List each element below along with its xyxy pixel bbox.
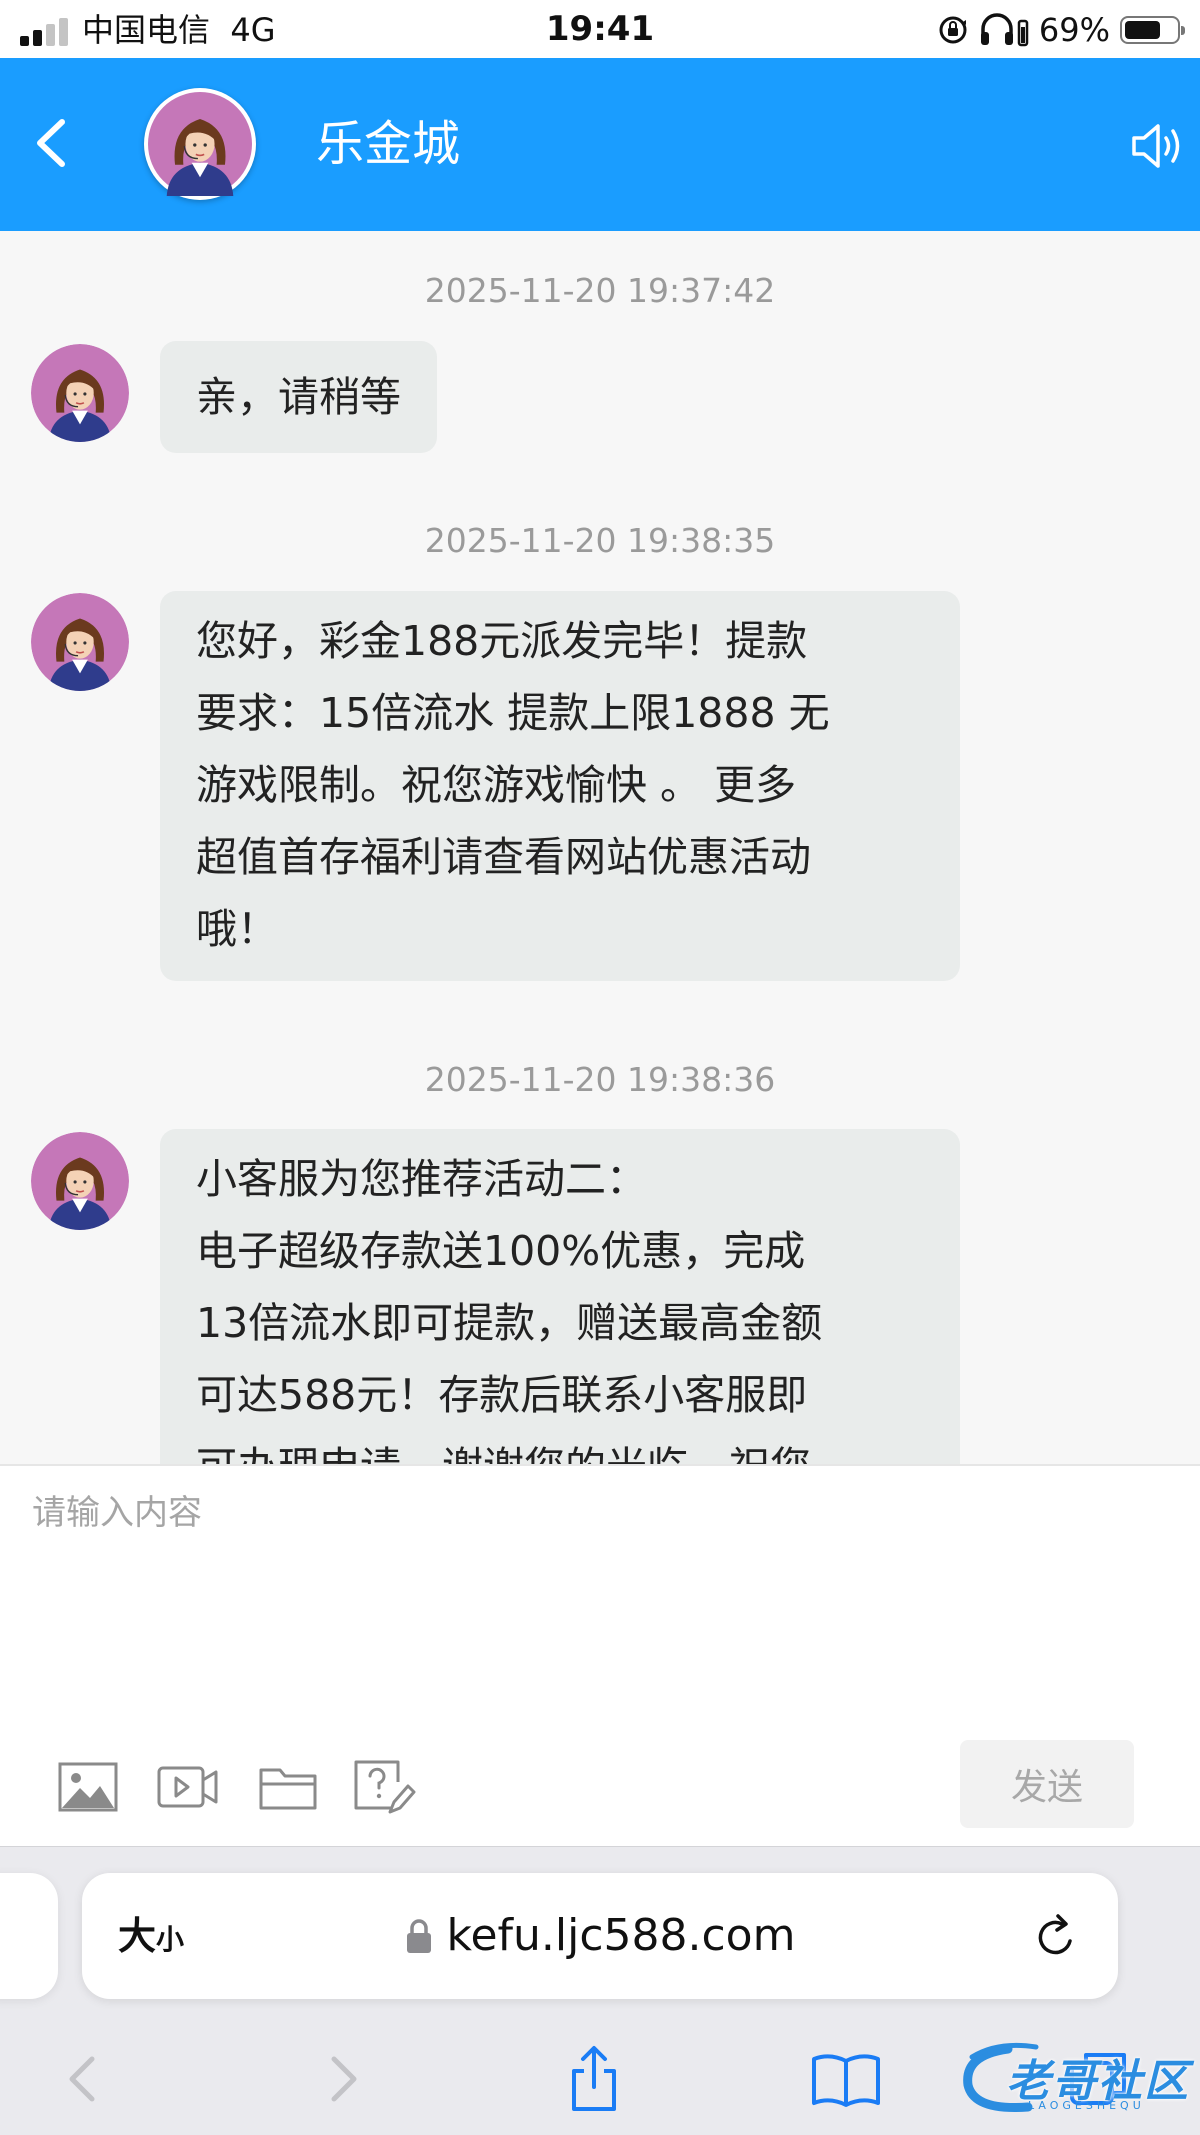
message-timestamp: 2025-11-20 19:37:42 [424, 271, 776, 310]
folder-icon[interactable] [256, 1756, 320, 1816]
send-button[interactable]: 发送 [960, 1740, 1134, 1828]
status-bar: 中国电信 4G 19:41 69% [0, 0, 1200, 58]
speaker-icon[interactable] [1124, 114, 1188, 178]
message-bubble[interactable]: 您好，彩金188元派发完毕！提款 要求：15倍流水 提款上限1888 无 游戏限… [160, 591, 960, 981]
previous-tab-preview[interactable] [0, 1873, 58, 1999]
watermark-subtext: LAOGESHEQU [1028, 2099, 1145, 2112]
reload-icon[interactable] [1030, 1911, 1082, 1963]
faq-icon[interactable] [352, 1756, 416, 1816]
share-icon[interactable] [558, 2043, 630, 2115]
video-icon[interactable] [156, 1756, 220, 1816]
url-text: kefu.ljc588.com [446, 1910, 796, 1961]
battery-level-fill [1125, 21, 1160, 39]
message-bubble[interactable]: 亲，请稍等 [160, 341, 437, 453]
chat-title: 乐金城 [316, 116, 461, 172]
message-bubble[interactable]: 小客服为您推荐活动二： 电子超级存款送100%优惠，完成 13倍流水即可提款，赠… [160, 1129, 960, 1464]
lock-icon [406, 1919, 431, 1953]
orientation-lock-icon [939, 16, 967, 44]
chat-header: 乐金城 [0, 58, 1200, 231]
agent-avatar-icon [31, 1132, 129, 1230]
battery-icon [1120, 16, 1185, 44]
message-input[interactable] [30, 1486, 1174, 1710]
agent-avatar-icon [148, 92, 252, 196]
message-timestamp: 2025-11-20 19:38:36 [424, 1060, 776, 1099]
image-icon[interactable] [56, 1756, 120, 1816]
headphones-icon [980, 13, 1029, 47]
url-display[interactable]: kefu.ljc588.com [82, 1907, 1118, 1965]
address-bar[interactable]: 大小 kefu.ljc588.com [82, 1873, 1118, 1999]
agent-avatar-icon [31, 593, 129, 691]
chevron-left-icon[interactable] [18, 108, 88, 178]
agent-avatar[interactable] [144, 88, 256, 200]
watermark-logo: 老哥社区 LAOGESHEQU [958, 2037, 1194, 2121]
battery-percent: 69% [1038, 11, 1110, 49]
agent-avatar-icon [31, 344, 129, 442]
status-indicators: 69% [937, 10, 1186, 50]
composer: 发送 [0, 1464, 1200, 1846]
forward-icon[interactable] [306, 2043, 378, 2115]
back-icon[interactable] [48, 2043, 120, 2115]
browser-toolbar: 大小 kefu.ljc588.com 老哥社区 LAOGESHEQU [0, 1846, 1200, 2135]
message-timestamp: 2025-11-20 19:38:35 [424, 521, 776, 560]
message-list[interactable]: 2025-11-20 19:37:42 亲，请稍等 2025-11-20 19:… [0, 231, 1200, 1464]
bookmarks-icon[interactable] [810, 2043, 882, 2115]
